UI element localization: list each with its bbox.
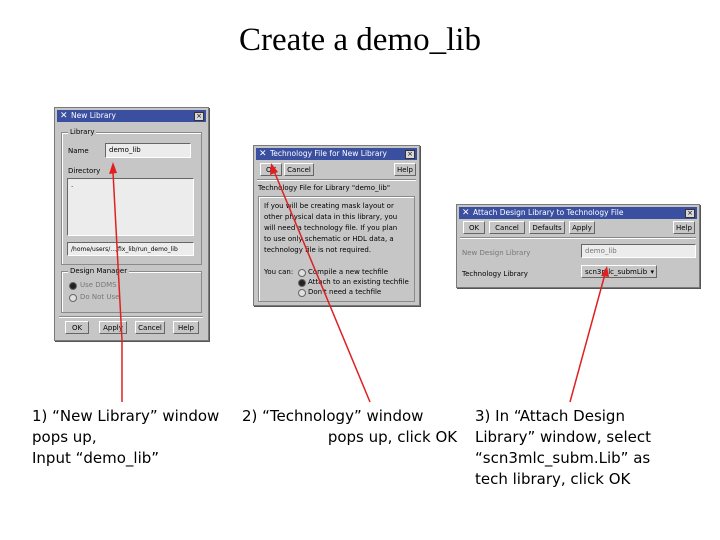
arrow-step3 — [569, 273, 606, 403]
arrowhead-step3 — [601, 266, 609, 277]
arrow-step1 — [112, 171, 123, 402]
arrowhead-step1 — [109, 162, 117, 174]
step1-caption: 1) “New Library” window pops up, Input “… — [32, 407, 220, 467]
arrow-step2 — [273, 170, 371, 403]
step2-caption: 2) “Technology” window pops up, click OK — [242, 407, 458, 446]
step3-caption: 3) In “Attach Design Library” window, se… — [475, 407, 652, 488]
arrowhead-step2 — [270, 163, 278, 175]
